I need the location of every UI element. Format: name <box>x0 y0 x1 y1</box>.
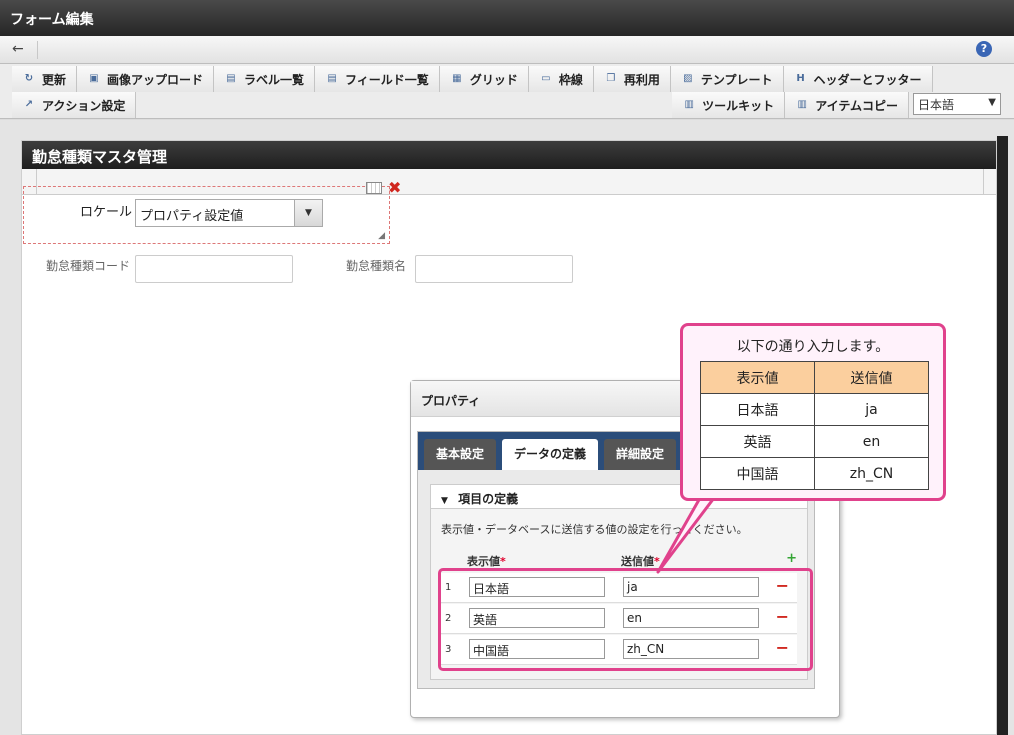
callout-pointer <box>656 498 715 574</box>
add-row-icon[interactable]: + <box>786 551 797 566</box>
window-title: フォーム編集 <box>0 0 1014 36</box>
collapse-icon[interactable]: ▼ <box>441 496 448 506</box>
template-label: テンプレート <box>700 72 773 87</box>
nav-bar: ← ? <box>0 36 1014 64</box>
tab-data-definition[interactable]: データの定義 <box>502 439 599 470</box>
toolbar-row-main: ↻ 更新 ▣ 画像アップロード ▤ ラベル一覧 ▤ フィールド一覧 ▦ グリッド ▭ 枠線 ❐ 再利用 ▨ テ… <box>12 66 933 92</box>
header-footer-button[interactable]: H ヘッダーとフッター <box>783 66 933 92</box>
image-upload-button[interactable]: ▣ 画像アップロード <box>77 66 215 92</box>
field-list-icon: ▤ <box>327 73 337 84</box>
toolkit-button[interactable]: ▥ ツールキット <box>672 92 786 118</box>
locale-item[interactable]: ✖ ロケール プロパティ設定値 ▼ ◢ <box>23 178 401 244</box>
template-icon: ▨ <box>683 73 693 84</box>
form-title: 勤怠種類マスタ管理 <box>22 141 996 169</box>
grid-button[interactable]: ▦ グリッド <box>439 66 529 92</box>
column-header-display: 表示値* <box>467 555 506 568</box>
image-upload-icon: ▣ <box>89 73 99 84</box>
language-value: 日本語 <box>918 98 955 112</box>
callout-header-display: 表示値 <box>700 361 815 394</box>
toolbar: ↻ 更新 ▣ 画像アップロード ▤ ラベル一覧 ▤ フィールド一覧 ▦ グリッド ▭ 枠線 ❐ 再利用 ▨ テ… <box>0 64 1014 119</box>
field-list-label: フィールド一覧 <box>345 72 429 87</box>
chevron-down-icon[interactable]: ▼ <box>294 199 323 227</box>
item-copy-button[interactable]: ▥ アイテムコピー <box>785 92 909 118</box>
action-settings-icon: ↗ <box>24 99 34 110</box>
item-copy-icon: ▥ <box>797 99 807 110</box>
instruction-callout: 以下の通り入力します。 表示値 送信値 日本語 ja 英語 en 中国語 zh_CN <box>680 323 946 501</box>
grid-icon[interactable] <box>366 182 382 194</box>
callout-cell: 中国語 <box>700 457 815 490</box>
item-copy-label: アイテムコピー <box>815 98 898 113</box>
grid-label: グリッド <box>469 72 518 87</box>
label-list-icon: ▤ <box>226 73 236 84</box>
callout-cell: 日本語 <box>700 393 815 426</box>
grid-icon: ▦ <box>452 73 462 84</box>
image-upload-label: 画像アップロード <box>107 72 204 87</box>
label-list-button[interactable]: ▤ ラベル一覧 <box>214 66 316 92</box>
chevron-down-icon: ▼ <box>988 97 996 108</box>
action-settings-label: アクション設定 <box>42 98 126 113</box>
rows-highlight <box>438 568 813 671</box>
vertical-scrollbar[interactable] <box>997 136 1008 735</box>
callout-title: 以下の通り入力します。 <box>736 339 890 355</box>
reuse-icon: ❐ <box>606 73 616 84</box>
language-select[interactable]: 日本語 ▼ <box>913 93 1001 115</box>
toolbar-right-group: ▥ ツールキット ▥ アイテムコピー 日本語 ▼ <box>672 92 1001 118</box>
callout-cell: 英語 <box>700 425 815 458</box>
column-header-send: 送信値* <box>621 555 660 568</box>
tab-basic-settings[interactable]: 基本設定 <box>424 439 497 470</box>
delete-icon[interactable]: ✖ <box>388 178 401 197</box>
callout-cell: en <box>814 425 929 458</box>
update-button[interactable]: ↻ 更新 <box>12 66 78 92</box>
field-list-button[interactable]: ▤ フィールド一覧 <box>315 66 440 92</box>
header-footer-label: ヘッダーとフッター <box>813 72 922 87</box>
code-input[interactable] <box>135 255 293 283</box>
callout-cell: zh_CN <box>814 457 929 490</box>
subbar-divider <box>983 169 984 195</box>
code-label: 勤怠種類コード <box>46 259 131 273</box>
toolkit-icon: ▥ <box>684 99 694 110</box>
locale-label: ロケール <box>80 205 133 220</box>
section-title: 項目の定義 <box>458 492 519 506</box>
callout-header-send: 送信値 <box>814 361 929 394</box>
name-label: 勤怠種類名 <box>346 259 407 273</box>
border-button[interactable]: ▭ 枠線 <box>528 66 594 92</box>
border-icon: ▭ <box>541 73 551 84</box>
toolkit-label: ツールキット <box>702 98 775 113</box>
header-footer-icon: H <box>796 73 805 84</box>
reuse-button[interactable]: ❐ 再利用 <box>593 66 671 92</box>
update-icon: ↻ <box>24 73 34 84</box>
callout-cell: ja <box>814 393 929 426</box>
border-label: 枠線 <box>558 72 583 87</box>
callout-table: 表示値 送信値 日本語 ja 英語 en 中国語 zh_CN <box>700 361 929 490</box>
tab-detail-settings[interactable]: 詳細設定 <box>604 439 677 470</box>
resize-handle-icon[interactable]: ◢ <box>378 231 385 241</box>
reuse-label: 再利用 <box>623 72 660 87</box>
toolbar-row-secondary: ↗ アクション設定 <box>12 92 137 118</box>
name-input[interactable] <box>415 255 573 283</box>
action-settings-button[interactable]: ↗ アクション設定 <box>12 92 137 118</box>
label-list-label: ラベル一覧 <box>244 72 305 87</box>
template-button[interactable]: ▨ テンプレート <box>670 66 784 92</box>
update-label: 更新 <box>42 72 67 87</box>
help-icon[interactable]: ? <box>976 41 992 57</box>
back-arrow-icon[interactable]: ← <box>12 41 38 59</box>
